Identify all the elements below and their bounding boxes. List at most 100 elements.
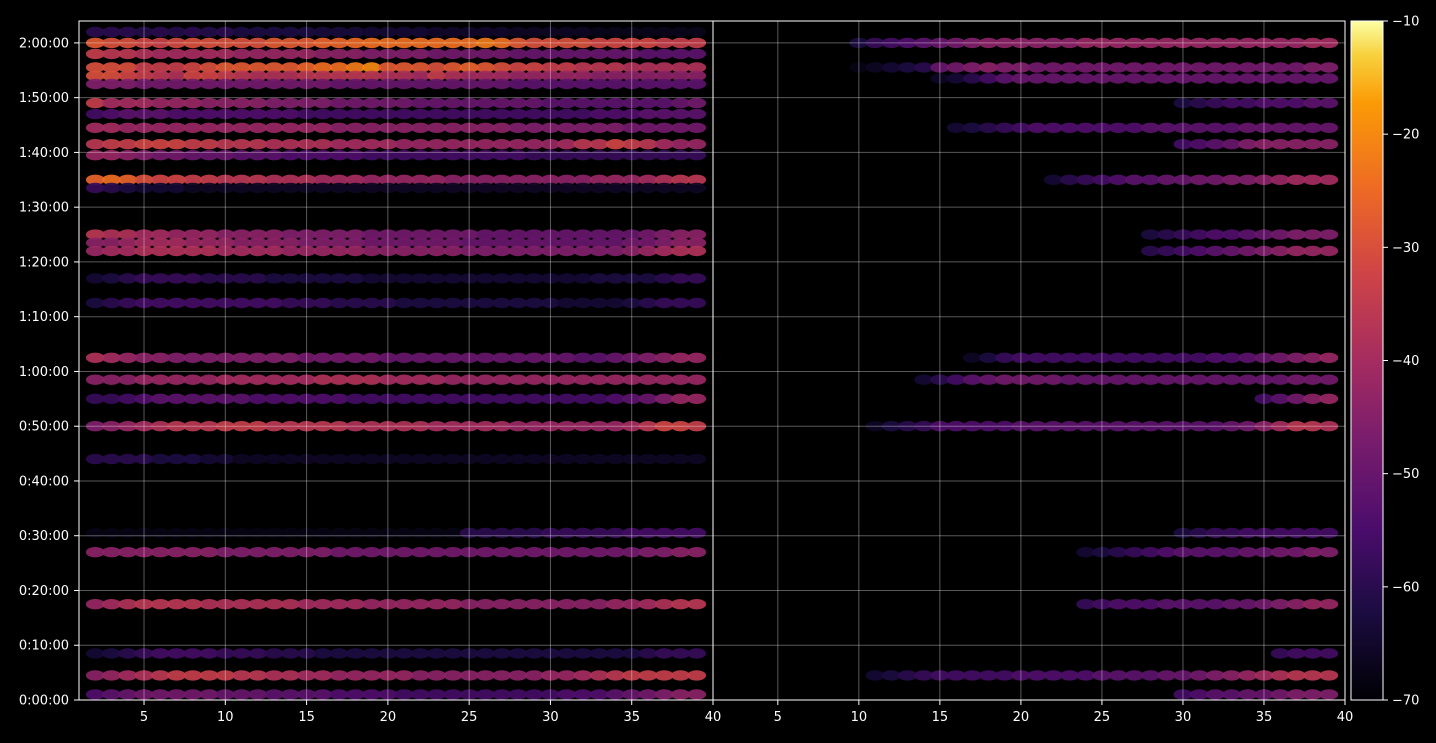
heat-cell-p1-r10-c17 [979,374,998,385]
heat-cell-p0-r22-c2 [118,453,138,465]
heat-cell-p1-r10-c16 [962,374,982,385]
heat-cell-p0-r23-c34 [638,527,658,539]
heat-cell-p0-r23-c10 [248,527,268,539]
heat-cell-p1-r14-c30 [1189,547,1209,558]
heat-cell-p0-r22-c34 [638,453,658,465]
heat-cell-p0-r19-c22 [443,374,463,385]
heat-cell-p0-r16-c25 [492,273,512,284]
heat-cell-p0-r23-c35 [654,527,674,539]
heat-cell-p1-r17-c32 [1222,670,1241,681]
heat-cell-p0-r8-c37 [687,122,707,133]
heat-cell-p0-r0-c0 [85,26,105,38]
heat-cell-p0-r15-c19 [394,245,414,257]
heat-cell-p0-r10-c6 [183,150,203,161]
heat-cell-p0-r0-c37 [687,26,707,38]
heat-cell-p1-r15-c23 [1076,599,1096,610]
heat-cell-p1-r6-c31 [1206,174,1225,185]
heat-cell-p1-r2-c32 [1222,73,1241,84]
heat-cell-p0-r28-c7 [199,689,219,700]
heat-cell-p0-r16-c15 [329,273,349,284]
heat-cell-p0-r2-c0 [85,48,105,60]
heat-cell-p0-r2-c10 [248,48,268,60]
heat-cell-p0-r6-c22 [443,97,463,109]
heat-cell-p1-r9-c33 [1238,352,1258,363]
heat-cell-p0-r9-c7 [199,139,219,150]
heat-cell-p1-r10-c38 [1319,374,1339,385]
heat-cell-p1-r15-c36 [1287,599,1306,610]
heat-cell-p0-r24-c36 [671,547,690,558]
heat-cell-p0-r23-c6 [183,527,203,539]
heat-cell-p1-r5-c38 [1319,139,1339,150]
heat-cell-p1-r2-c38 [1319,73,1339,84]
heat-cell-p1-r9-c28 [1157,352,1177,363]
heat-cell-p0-r23-c2 [118,527,138,539]
heat-cell-p0-r17-c16 [346,297,365,309]
heat-cell-p0-r0-c22 [443,26,463,38]
heat-cell-p0-r5-c11 [264,78,284,90]
y-tick-label: 1:50:00 [19,91,69,106]
heat-cell-p0-r19-c1 [102,374,121,385]
heat-cell-p0-r26-c14 [313,648,333,659]
heat-cell-p1-r4-c18 [995,122,1015,133]
heat-cell-p0-r0-c12 [280,26,300,38]
heat-cell-p0-r0-c7 [199,26,219,38]
heat-cell-p0-r26-c27 [524,648,544,659]
heat-cell-p0-r17-c35 [654,297,674,309]
heat-cell-p0-r5-c17 [362,78,381,90]
heat-cell-p1-r5-c36 [1287,139,1306,150]
heat-cell-p1-r10-c22 [1060,374,1079,385]
heat-cell-p0-r10-c15 [329,150,349,161]
heat-cell-p1-r17-c28 [1157,670,1177,681]
heat-cell-p1-r1-c33 [1238,62,1258,73]
heat-cell-p1-r7-c31 [1206,229,1225,240]
heat-cell-p1-r15-c37 [1303,599,1322,610]
heat-cell-p0-r10-c1 [102,150,121,161]
heat-cell-p0-r20-c0 [85,393,105,404]
heat-cell-p1-r1-c11 [881,62,901,73]
heat-cell-p0-r10-c25 [492,150,512,161]
heat-cell-p0-r0-c11 [264,26,284,38]
heat-cell-p1-r14-c31 [1206,547,1225,558]
heat-cell-p0-r20-c10 [248,393,268,404]
heat-cell-p0-r9-c31 [589,139,609,150]
heat-cell-p1-r2-c25 [1108,73,1128,84]
heat-cell-p1-r4-c15 [946,122,966,133]
heat-cell-p0-r15-c12 [280,245,300,257]
heat-cell-p0-r22-c6 [183,453,203,465]
heat-cell-p0-r26-c21 [427,648,446,659]
heat-cell-p1-r1-c32 [1222,62,1241,73]
heat-cell-p0-r10-c30 [573,150,593,161]
heat-cell-p0-r28-c21 [427,689,446,700]
heat-cell-p0-r2-c29 [557,48,577,60]
heat-cell-p0-r0-c19 [394,26,414,38]
heat-cell-p0-r12-c16 [346,182,365,194]
heat-cell-p0-r12-c15 [329,182,349,194]
heat-cell-p0-r17-c12 [280,297,300,309]
heat-cell-p0-r16-c30 [573,273,593,284]
heat-cell-p0-r15-c21 [427,245,446,257]
heat-cell-p0-r28-c31 [589,689,609,700]
heat-cell-p1-r6-c27 [1141,174,1160,185]
heat-cell-p0-r25-c31 [589,599,609,610]
heat-cell-p0-r15-c15 [329,245,349,257]
heat-cell-p1-r4-c23 [1076,122,1096,133]
heat-cell-p0-r7-c1 [102,108,121,120]
heat-cell-p0-r22-c31 [589,453,609,465]
heat-cell-p0-r2-c5 [167,48,186,60]
heat-cell-p0-r24-c31 [589,547,609,558]
heat-cell-p0-r15-c24 [476,245,495,257]
heat-cell-p0-r9-c2 [118,139,138,150]
heat-cell-p0-r6-c19 [394,97,414,109]
heat-cell-p0-r7-c15 [329,108,349,120]
heat-cell-p0-r26-c12 [280,648,300,659]
heat-cell-p0-r8-c14 [313,122,333,133]
heat-cell-p0-r9-c24 [476,139,495,150]
heat-cell-p0-r25-c1 [102,599,121,610]
heat-cell-p0-r25-c11 [264,599,284,610]
heat-cell-p1-r3-c30 [1189,97,1209,109]
heat-cell-p0-r27-c10 [248,670,268,681]
heat-cell-p1-r1-c35 [1270,62,1290,73]
heat-cell-p0-r24-c27 [524,547,544,558]
heat-cell-p0-r23-c29 [557,527,577,539]
heat-cell-p0-r24-c0 [85,547,105,558]
